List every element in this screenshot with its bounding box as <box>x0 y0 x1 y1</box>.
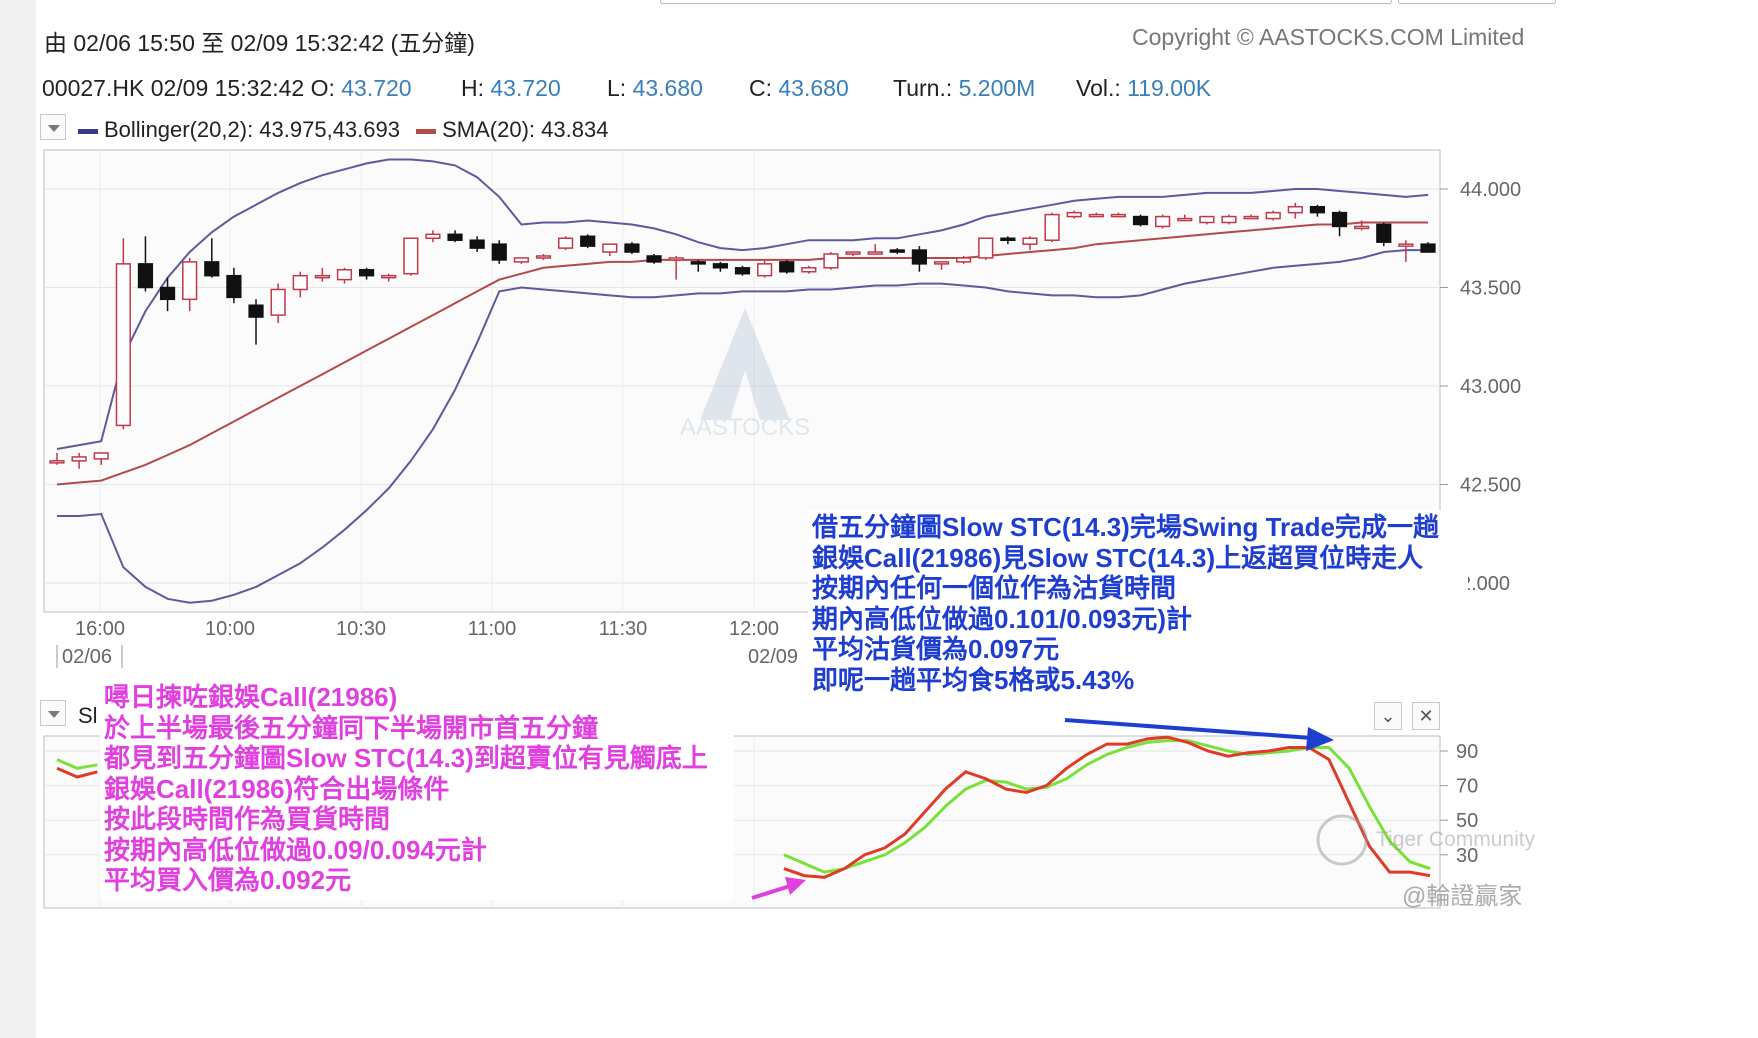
sell-arrow <box>1064 718 1313 740</box>
sell-arrow-head <box>1306 727 1334 751</box>
buy-arrow-head <box>785 877 806 895</box>
tiger-community-text: Tiger Community <box>1376 828 1536 851</box>
signature-watermark: @輪證贏家 <box>1402 883 1523 910</box>
tiger-logo-icon <box>1316 814 1368 866</box>
buy-arrow <box>751 884 791 900</box>
tiger-watermark: Tiger Community <box>1316 812 1556 872</box>
watermark-logo-text: AASTOCKS <box>680 414 810 441</box>
aastocks-logo-watermark: AASTOCKS <box>650 300 840 450</box>
